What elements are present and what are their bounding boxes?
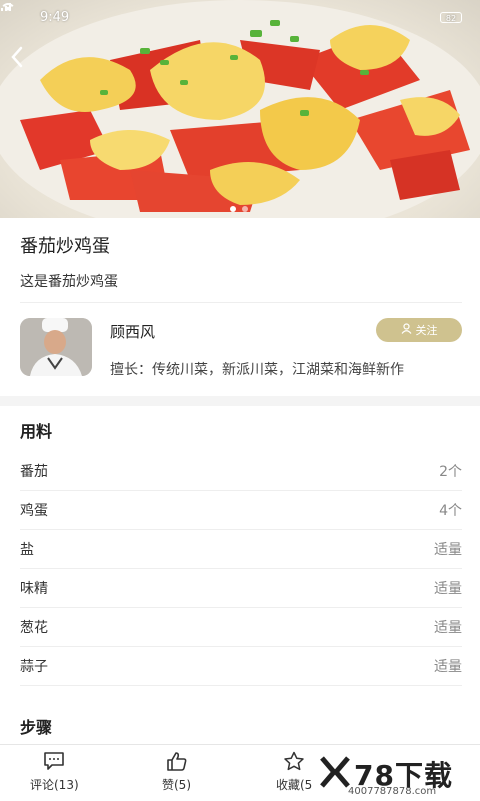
ingredient-row: 蒜子 适量 xyxy=(20,647,462,686)
ingredient-name: 味精 xyxy=(20,581,48,597)
status-bar: 9:49 82 xyxy=(0,0,480,34)
ingredient-name: 葱花 xyxy=(20,620,48,636)
thumbs-up-icon xyxy=(166,751,188,774)
ingredient-qty: 适量 xyxy=(434,659,462,675)
watermark-phone: 4007787878.com xyxy=(348,786,437,797)
carousel-indicator xyxy=(230,206,248,212)
chef-specialty: 擅长：传统川菜，新派川菜，江湖菜和海鲜新作 xyxy=(110,362,404,378)
ingredient-name: 鸡蛋 xyxy=(20,503,48,519)
ingredient-qty: 适量 xyxy=(434,581,462,597)
ingredient-row: 盐 适量 xyxy=(20,530,462,569)
ingredient-qty: 4个 xyxy=(439,503,462,519)
like-label: 赞(5) xyxy=(162,778,191,792)
recipe-title: 番茄炒鸡蛋 xyxy=(20,236,110,257)
battery-icon: 82 xyxy=(440,11,462,23)
steps-title: 步骤 xyxy=(20,718,53,737)
ingredients-title: 用料 xyxy=(20,422,53,441)
ingredient-qty: 适量 xyxy=(434,620,462,636)
recipe-hero-image[interactable]: 9:49 82 xyxy=(0,0,480,218)
like-button[interactable]: 赞(5) xyxy=(162,751,191,793)
status-time: 9:49 xyxy=(40,9,70,25)
ingredient-qty: 2个 xyxy=(439,464,462,480)
ingredient-row: 葱花 适量 xyxy=(20,608,462,647)
ingredient-name: 蒜子 xyxy=(20,659,48,675)
star-icon xyxy=(283,751,305,774)
comment-icon xyxy=(43,751,65,774)
recipe-description: 这是番茄炒鸡蛋 xyxy=(20,274,118,290)
favorite-button[interactable]: 收藏(5 xyxy=(276,751,312,793)
ingredient-row: 味精 适量 xyxy=(20,569,462,608)
ingredient-row: 番茄 2个 xyxy=(20,452,462,491)
carousel-dot[interactable] xyxy=(242,206,248,212)
comment-button[interactable]: 评论(13) xyxy=(30,751,79,793)
comment-label: 评论(13) xyxy=(30,778,79,792)
carousel-dot[interactable] xyxy=(230,206,236,212)
section-separator xyxy=(0,396,480,406)
ingredient-qty: 适量 xyxy=(434,542,462,558)
user-icon xyxy=(401,323,412,337)
chef-avatar[interactable] xyxy=(20,318,92,376)
back-button[interactable] xyxy=(10,46,32,74)
favorite-label: 收藏(5 xyxy=(276,778,313,792)
follow-label: 关注 xyxy=(415,324,438,337)
ingredient-row: 鸡蛋 4个 xyxy=(20,491,462,530)
ingredient-name: 番茄 xyxy=(20,464,48,480)
site-watermark: 78下载 4007787878.com xyxy=(318,752,478,798)
chef-name[interactable]: 顾西风 xyxy=(110,321,155,342)
watermark-logo-icon xyxy=(320,756,350,788)
follow-button[interactable]: 关注 xyxy=(376,318,462,342)
ingredient-name: 盐 xyxy=(20,542,34,558)
divider xyxy=(20,302,462,303)
